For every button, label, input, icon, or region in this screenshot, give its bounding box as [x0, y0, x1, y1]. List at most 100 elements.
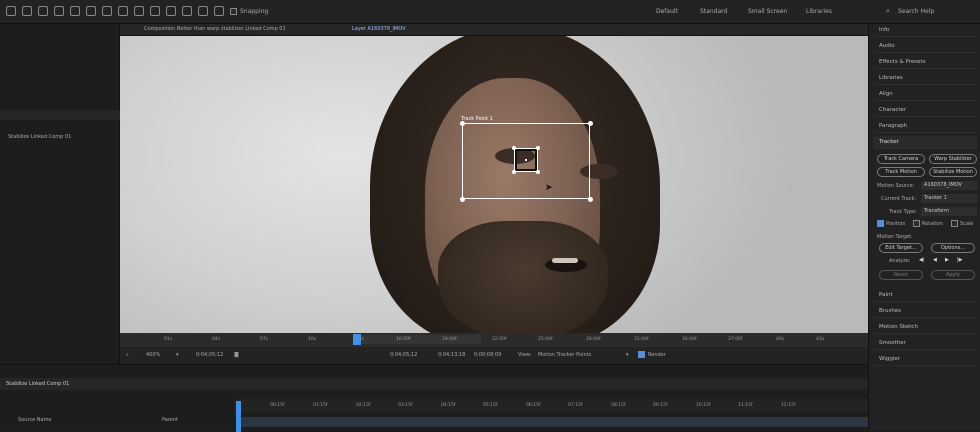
workspace-tab-default[interactable]: Default	[656, 8, 678, 15]
view-dropdown[interactable]: Motion Tracker Points	[538, 352, 591, 358]
magnifier-icon[interactable]: ⌕	[126, 352, 129, 358]
project-item[interactable]: Stabilize Linked Comp 01	[0, 132, 120, 142]
workspace-tab-standard[interactable]: Standard	[700, 8, 727, 15]
clone-tool-icon[interactable]	[182, 6, 192, 16]
zoom-dropdown[interactable]: 400%	[146, 352, 160, 358]
hand-tool-icon[interactable]	[38, 6, 48, 16]
ruler-tick: 04s	[212, 337, 221, 342]
panel-item-wiggler[interactable]: Wiggler	[873, 353, 977, 366]
snapping-checkbox[interactable]	[230, 8, 237, 15]
track-motion-button[interactable]: Track Motion	[877, 167, 925, 177]
timeline-tick: 02:15f	[356, 403, 371, 408]
analyze-forward-one-icon[interactable]: ▶	[945, 257, 949, 263]
timeline-ruler[interactable]	[234, 399, 868, 413]
feature-region-handle[interactable]	[536, 146, 540, 150]
workspace-tab-libraries[interactable]: Libraries	[806, 8, 832, 15]
render-checkbox[interactable]	[638, 351, 645, 358]
out-point-timecode[interactable]: 0;04;13;18	[438, 352, 465, 358]
search-help-field[interactable]: ⌕ Search Help	[884, 5, 976, 19]
zoom-tool-icon[interactable]	[54, 6, 64, 16]
timeline-tick: 01:15f	[313, 403, 328, 408]
pan-behind-tool-icon[interactable]	[102, 6, 112, 16]
snapshot-camera-icon[interactable]: ◙	[234, 352, 239, 358]
track-point-attach-point[interactable]	[525, 159, 527, 161]
panel-item-libraries[interactable]: Libraries	[873, 72, 977, 85]
panel-item-effects-presets[interactable]: Effects & Presets	[873, 56, 977, 69]
layer-viewer[interactable]: Track Point 1 ➤	[120, 36, 868, 333]
panel-item-paint[interactable]: Paint	[873, 289, 977, 302]
panel-item-info[interactable]: Info	[873, 24, 977, 37]
motion-source-dropdown[interactable]: A160378_lMOV	[921, 181, 977, 190]
stabilize-motion-button[interactable]: Stabilize Motion	[929, 167, 977, 177]
type-tool-icon[interactable]	[150, 6, 160, 16]
track-camera-button[interactable]: Track Camera	[877, 154, 925, 164]
ruler-tick: 01s	[164, 337, 173, 342]
apply-button[interactable]: Apply	[931, 270, 975, 280]
analyze-back-one-icon[interactable]: ◀	[933, 257, 937, 263]
track-type-label: Track Type:	[889, 209, 917, 215]
position-checkbox[interactable]	[877, 220, 884, 227]
chevron-down-icon[interactable]: ▾	[626, 352, 629, 358]
home-icon[interactable]	[6, 6, 16, 16]
ruler-tick: 25:00f	[538, 337, 553, 342]
analyze-label: Analyze:	[889, 258, 911, 264]
warp-stabilizer-button[interactable]: Warp Stabilizer	[929, 154, 977, 164]
panel-item-align[interactable]: Align	[873, 88, 977, 101]
timeline-tick: 07:15f	[568, 403, 583, 408]
motion-target-label: Motion Target:	[877, 234, 913, 240]
search-region-handle[interactable]	[588, 121, 593, 126]
ruler-tick: 07s	[260, 337, 269, 342]
in-point-timecode[interactable]: 0;04;05;12	[390, 352, 417, 358]
viewer-options-bar: ⌕ 400% ▾ 0;04;05;12 ◙ 0;04;05;12 0;04;13…	[120, 347, 868, 364]
reset-button[interactable]: Reset	[879, 270, 923, 280]
panel-item-smoother[interactable]: Smoother	[873, 337, 977, 350]
camera-tool-icon[interactable]	[86, 6, 96, 16]
tab-layer[interactable]: Layer A160378_lMOV	[352, 26, 406, 32]
tab-composition[interactable]: Composition Better than warp stabilizer …	[144, 26, 286, 32]
brush-tool-icon[interactable]	[166, 6, 176, 16]
edit-target-button[interactable]: Edit Target...	[879, 243, 923, 253]
current-timecode[interactable]: 0;04;05;12	[196, 352, 223, 358]
track-type-dropdown[interactable]: Transform	[921, 207, 977, 216]
search-region-handle[interactable]	[588, 197, 593, 202]
panel-item-brushes[interactable]: Brushes	[873, 305, 977, 318]
feature-region-handle[interactable]	[512, 170, 516, 174]
pen-tool-icon[interactable]	[134, 6, 144, 16]
layer-duration-bar[interactable]	[240, 417, 868, 427]
search-region-handle[interactable]	[460, 197, 465, 202]
panel-item-paragraph[interactable]: Paragraph	[873, 120, 977, 133]
feature-region-handle[interactable]	[536, 170, 540, 174]
timeline-tab[interactable]: Stabilize Linked Comp 01	[6, 381, 69, 387]
rotation-checkbox[interactable]	[913, 220, 920, 227]
panel-item-audio[interactable]: Audio	[873, 40, 977, 53]
analyze-back-all-icon[interactable]: ◀|	[919, 257, 925, 263]
workspace-tab-small-screen[interactable]: Small Screen	[748, 8, 787, 15]
rotate-tool-icon[interactable]	[70, 6, 80, 16]
source-name-column-header[interactable]: Source Name	[18, 417, 52, 423]
options-button[interactable]: Options...	[931, 243, 975, 253]
timeline-tick: 05:15f	[483, 403, 498, 408]
search-help-placeholder: Search Help	[898, 8, 935, 15]
rotation-label: Rotation	[922, 221, 943, 227]
parent-column-header[interactable]: Parent	[162, 417, 178, 423]
feature-region-handle[interactable]	[512, 146, 516, 150]
panel-item-motion-sketch[interactable]: Motion Sketch	[873, 321, 977, 334]
timeline-tick: 04:15f	[441, 403, 456, 408]
puppet-tool-icon[interactable]	[214, 6, 224, 16]
panel-item-character[interactable]: Character	[873, 104, 977, 117]
current-track-dropdown[interactable]: Tracker 1	[921, 194, 977, 203]
eraser-tool-icon[interactable]	[198, 6, 208, 16]
position-label: Position	[886, 221, 906, 227]
timeline-tick: 00:15f	[270, 403, 285, 408]
panel-header-tracker[interactable]: Tracker	[873, 136, 977, 149]
trim-range-bar[interactable]	[356, 335, 481, 344]
search-region-handle[interactable]	[460, 121, 465, 126]
timeline-tick: 06:15f	[526, 403, 541, 408]
chevron-down-icon[interactable]: ▾	[176, 352, 179, 358]
selection-tool-icon[interactable]	[22, 6, 32, 16]
timeline-current-time-indicator[interactable]	[236, 401, 241, 432]
viewer-time-ruler[interactable]: 01s 04s 07s 10s 13s 16:00f 19:00f 22:00f…	[120, 333, 868, 347]
mask-tool-icon[interactable]	[118, 6, 128, 16]
analyze-forward-all-icon[interactable]: |▶	[957, 257, 963, 263]
scale-checkbox[interactable]	[951, 220, 958, 227]
